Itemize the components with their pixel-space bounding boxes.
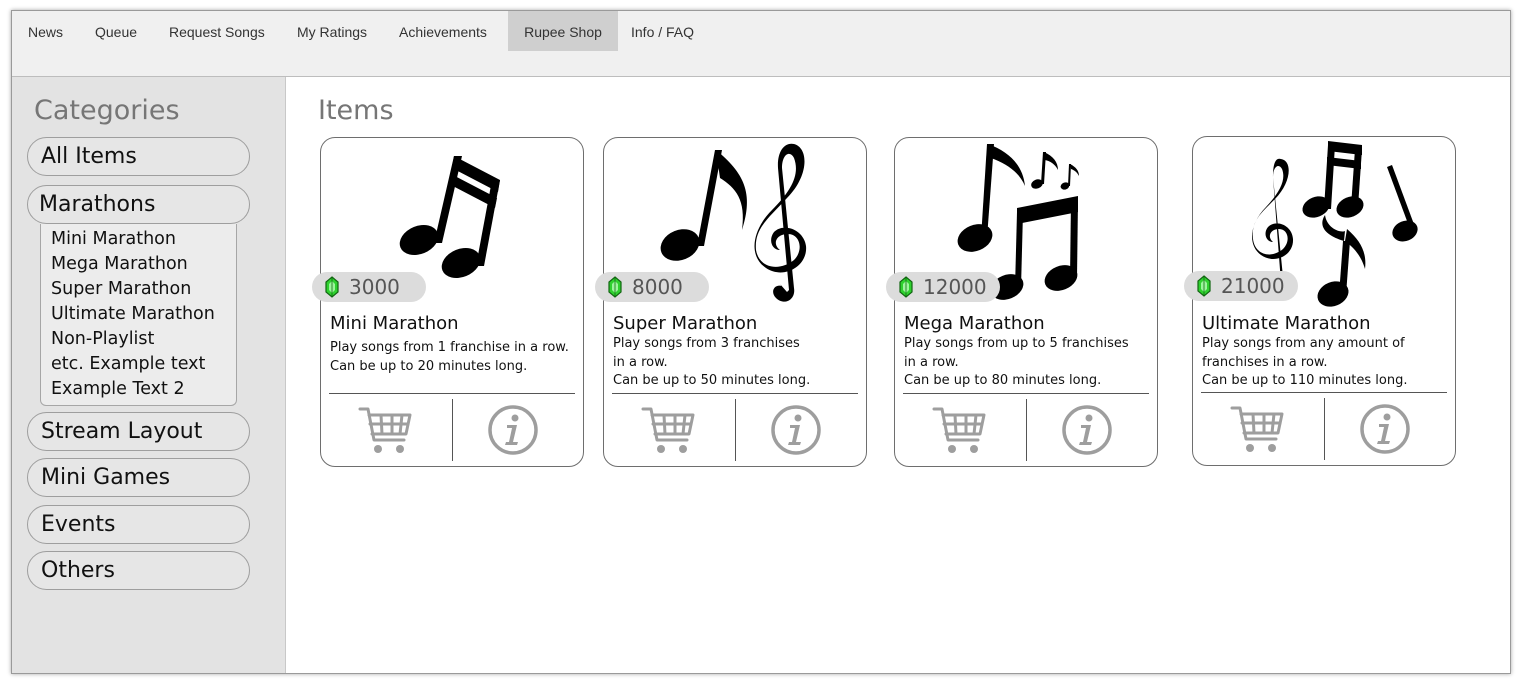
nav-request-songs[interactable]: Request Songs bbox=[153, 11, 281, 51]
item-card-super-marathon: 8000 Super Marathon Play songs from 3 fr… bbox=[595, 137, 867, 467]
card-vertical-divider bbox=[1324, 398, 1325, 460]
category-sidebar: Categories Mini Marathon Mega Marathon S… bbox=[12, 77, 286, 673]
submenu-item-non-playlist[interactable]: Non-Playlist bbox=[51, 328, 154, 350]
item-description: Play songs from 1 franchise in a row. Ca… bbox=[330, 340, 569, 374]
card-vertical-divider bbox=[735, 399, 736, 461]
price-value: 8000 bbox=[632, 275, 683, 299]
card-divider bbox=[1201, 392, 1447, 393]
shopping-cart-icon[interactable] bbox=[641, 404, 695, 456]
item-name: Super Marathon bbox=[613, 313, 758, 334]
card-divider bbox=[329, 393, 575, 394]
price-badge: 21000 bbox=[1184, 271, 1298, 301]
info-icon[interactable] bbox=[487, 404, 539, 456]
price-badge: 8000 bbox=[595, 272, 709, 302]
category-others[interactable]: Others bbox=[27, 551, 250, 590]
nav-info-faq[interactable]: Info / FAQ bbox=[615, 11, 710, 51]
price-value: 3000 bbox=[349, 275, 400, 299]
price-value: 21000 bbox=[1221, 274, 1285, 298]
shopping-cart-icon[interactable] bbox=[1230, 403, 1284, 455]
card-vertical-divider bbox=[1026, 399, 1027, 461]
price-value: 12000 bbox=[923, 275, 987, 299]
info-icon[interactable] bbox=[770, 404, 822, 456]
rupee-icon bbox=[608, 276, 622, 298]
shopping-cart-icon[interactable] bbox=[932, 404, 986, 456]
category-mini-games[interactable]: Mini Games bbox=[27, 458, 250, 497]
info-icon[interactable] bbox=[1061, 404, 1113, 456]
rupee-icon bbox=[899, 276, 913, 298]
items-heading: Items bbox=[318, 95, 394, 126]
item-card-mega-marathon: 12000 Mega Marathon Play songs from up t… bbox=[886, 137, 1158, 467]
nav-queue[interactable]: Queue bbox=[79, 11, 153, 51]
price-badge: 12000 bbox=[886, 272, 1000, 302]
card-divider bbox=[612, 393, 858, 394]
submenu-item-mega-marathon[interactable]: Mega Marathon bbox=[51, 253, 188, 275]
category-all-items[interactable]: All Items bbox=[27, 137, 250, 176]
price-badge: 3000 bbox=[312, 272, 426, 302]
nav-rupee-shop[interactable]: Rupee Shop bbox=[508, 11, 618, 51]
submenu-item-example-text[interactable]: etc. Example text bbox=[51, 353, 205, 375]
app-window: News Queue Request Songs My Ratings Achi… bbox=[11, 10, 1511, 674]
item-description: Play songs from 3 franchises in a row. C… bbox=[613, 336, 811, 388]
card-vertical-divider bbox=[452, 399, 453, 461]
nav-news[interactable]: News bbox=[12, 11, 79, 51]
item-name: Mega Marathon bbox=[904, 313, 1045, 334]
marathons-submenu: Mini Marathon Mega Marathon Super Marath… bbox=[40, 224, 237, 406]
nav-my-ratings[interactable]: My Ratings bbox=[281, 11, 383, 51]
item-card-ultimate-marathon: 21000 Ultimate Marathon Play songs from … bbox=[1184, 136, 1456, 466]
rupee-icon bbox=[1197, 275, 1211, 297]
submenu-item-mini-marathon[interactable]: Mini Marathon bbox=[51, 228, 176, 250]
nav-achievements[interactable]: Achievements bbox=[383, 11, 503, 51]
category-marathons[interactable]: Marathons bbox=[27, 185, 250, 224]
submenu-item-example-text-2[interactable]: Example Text 2 bbox=[51, 378, 185, 400]
item-description: Play songs from up to 5 franchises in a … bbox=[904, 336, 1129, 388]
item-name: Mini Marathon bbox=[330, 313, 459, 334]
rupee-icon bbox=[325, 276, 339, 298]
item-description: Play songs from any amount of franchises… bbox=[1202, 336, 1408, 388]
category-stream-layout[interactable]: Stream Layout bbox=[27, 412, 250, 451]
top-nav: News Queue Request Songs My Ratings Achi… bbox=[12, 11, 1510, 77]
item-card-mini-marathon: 3000 Mini Marathon Play songs from 1 fra… bbox=[312, 137, 584, 467]
category-events[interactable]: Events bbox=[27, 505, 250, 544]
submenu-item-ultimate-marathon[interactable]: Ultimate Marathon bbox=[51, 303, 215, 325]
submenu-item-super-marathon[interactable]: Super Marathon bbox=[51, 278, 191, 300]
categories-heading: Categories bbox=[34, 95, 180, 126]
shopping-cart-icon[interactable] bbox=[358, 404, 412, 456]
item-name: Ultimate Marathon bbox=[1202, 313, 1371, 334]
card-divider bbox=[903, 393, 1149, 394]
info-icon[interactable] bbox=[1359, 403, 1411, 455]
